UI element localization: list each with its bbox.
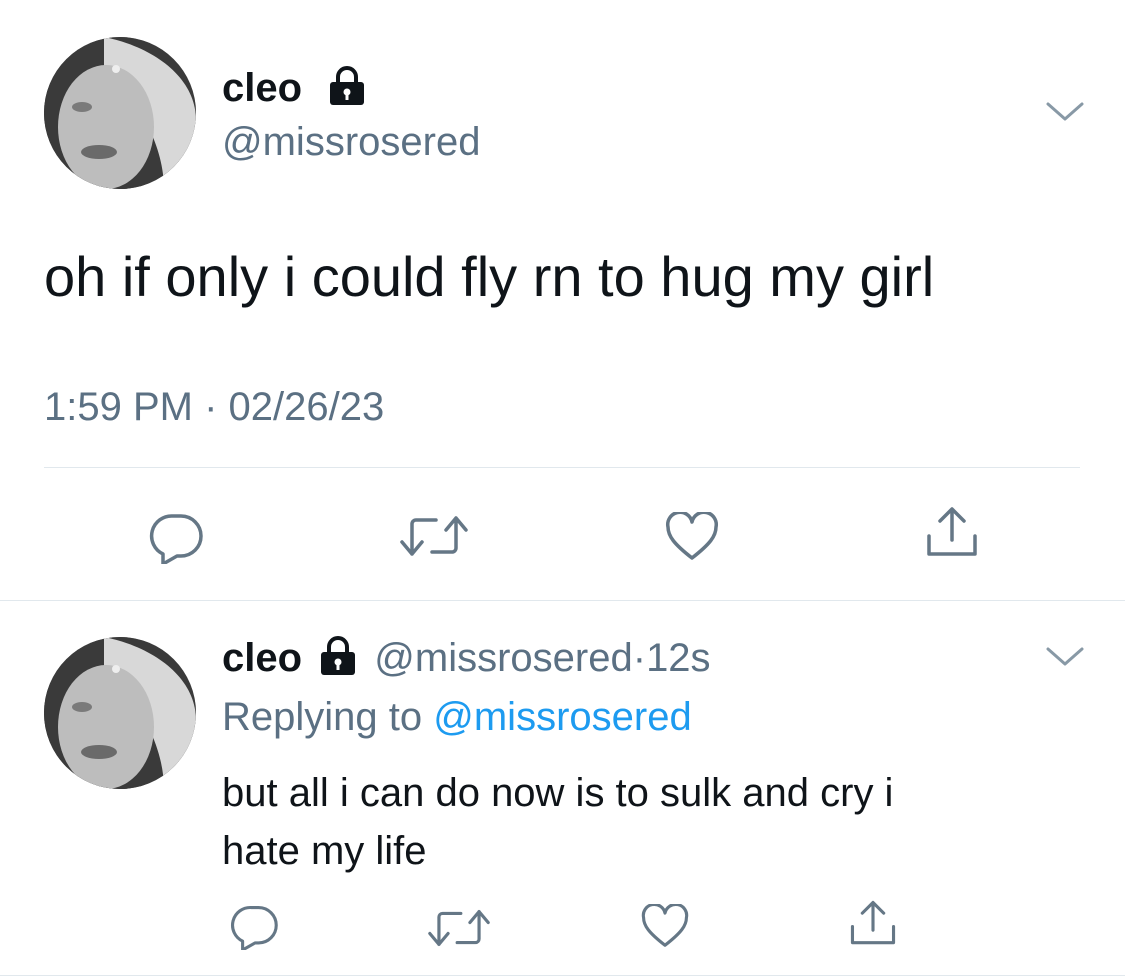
retweet-icon[interactable] <box>400 512 468 560</box>
divider <box>44 467 1080 468</box>
handle[interactable]: @missrosered <box>222 118 480 166</box>
reply-header: cleo @missrosered·12s <box>222 634 711 682</box>
reply-text-line: but all i can do now is to sulk and cry … <box>222 771 894 815</box>
display-name[interactable]: cleo <box>222 64 302 112</box>
tweet-text: oh if only i could fly rn to hug my girl <box>44 245 935 308</box>
timestamp: 1:59 PM · 02/26/23 <box>44 383 384 431</box>
reply-display-name[interactable]: cleo <box>222 636 302 680</box>
reply-text: but all i can do now is to sulk and cry … <box>222 764 893 880</box>
avatar[interactable] <box>44 37 196 189</box>
section-divider <box>0 600 1125 601</box>
replying-to: Replying to @missrosered <box>222 693 692 741</box>
reply-icon[interactable] <box>230 904 280 950</box>
share-icon[interactable] <box>848 898 898 948</box>
tweet-time: 1:59 PM <box>44 385 193 429</box>
lock-icon <box>326 66 368 106</box>
reply-avatar[interactable] <box>44 637 196 789</box>
retweet-icon[interactable] <box>428 906 490 950</box>
reply-icon[interactable] <box>149 512 205 564</box>
share-icon[interactable] <box>924 504 980 560</box>
reply-handle[interactable]: @missrosered <box>374 636 632 680</box>
bottom-divider <box>0 975 1125 976</box>
like-icon[interactable] <box>640 904 690 949</box>
reply-text-line: hate my life <box>222 829 427 873</box>
separator: · <box>204 385 218 429</box>
lock-icon <box>317 636 359 676</box>
separator: · <box>632 636 647 680</box>
chevron-down-icon[interactable] <box>1045 645 1085 669</box>
like-icon[interactable] <box>664 512 720 562</box>
tweet-date: 02/26/23 <box>228 385 385 429</box>
reply-age: 12s <box>646 636 711 680</box>
replying-handle-link[interactable]: @missrosered <box>433 695 691 739</box>
replying-prefix: Replying to <box>222 695 423 739</box>
chevron-down-icon[interactable] <box>1045 100 1085 124</box>
